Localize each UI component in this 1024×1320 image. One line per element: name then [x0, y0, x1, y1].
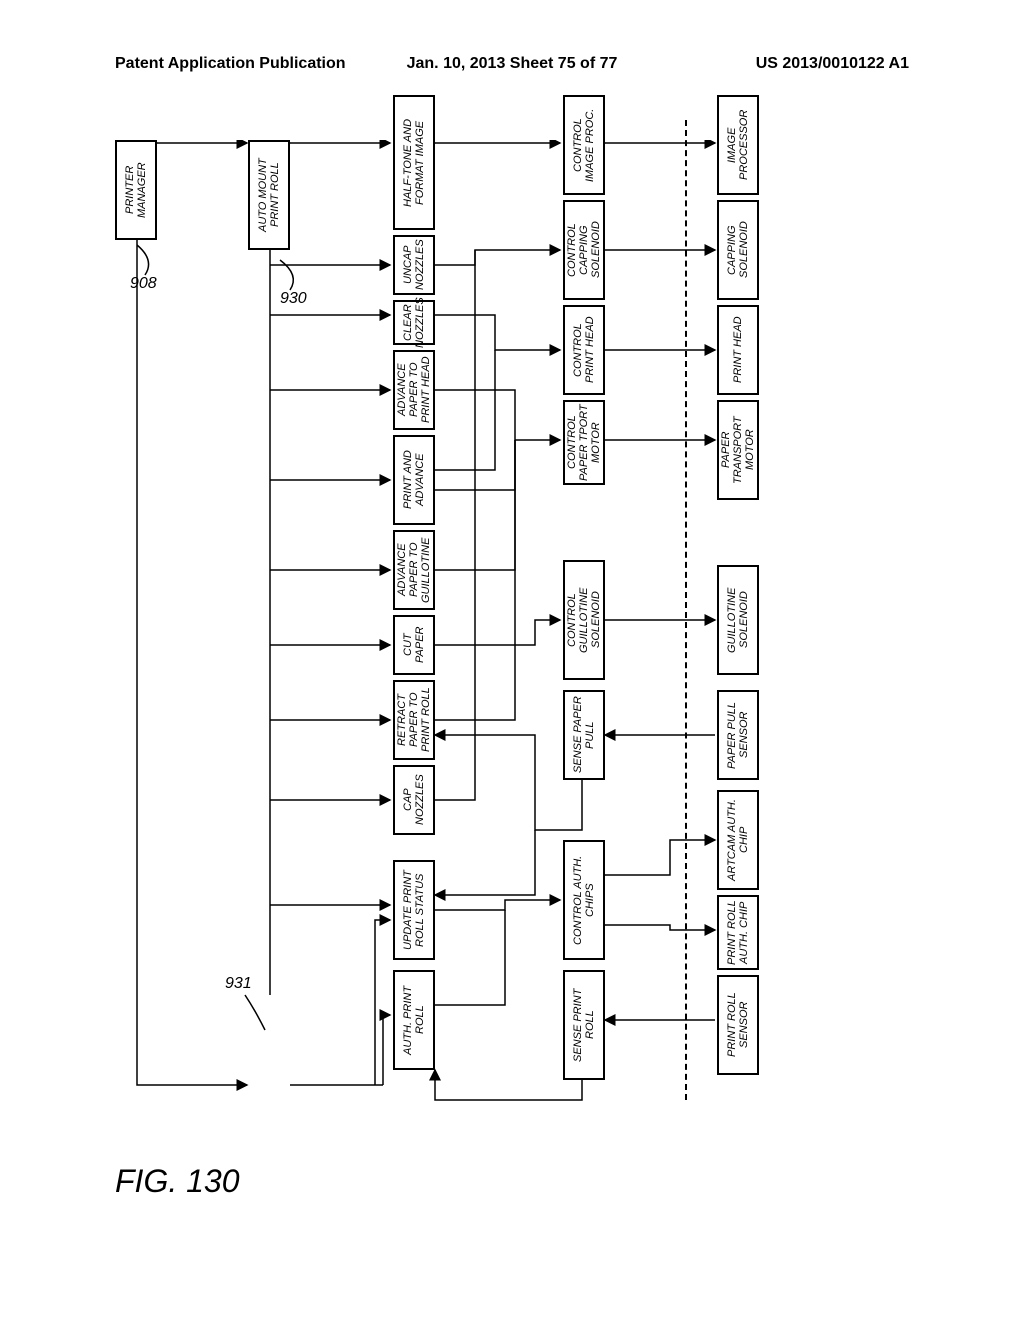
box-advance-head: ADVANCE PAPER TO PRINT HEAD — [393, 350, 435, 430]
box-auto-mount: AUTO MOUNT PRINT ROLL — [248, 140, 290, 250]
box-guillotine-sol: GUILLOTINE SOLENOID — [717, 565, 759, 675]
header-center: Jan. 10, 2013 Sheet 75 of 77 — [407, 55, 618, 73]
box-ctrl-head: CONTROL PRINT HEAD — [563, 305, 605, 395]
box-auth-roll: AUTH. PRINT ROLL — [393, 970, 435, 1070]
box-artcam-chip: ARTCAM AUTH. CHIP — [717, 790, 759, 890]
box-sense-pull: SENSE PAPER PULL — [563, 690, 605, 780]
box-ctrl-capping: CONTROL CAPPING SOLENOID — [563, 200, 605, 300]
ref-930: 930 — [280, 290, 307, 308]
box-cap: CAP NOZZLES — [393, 765, 435, 835]
box-img-proc: IMAGE PROCESSOR — [717, 95, 759, 195]
box-advance-guillotine: ADVANCE PAPER TO GUILLOTINE — [393, 530, 435, 610]
box-sense-roll: SENSE PRINT ROLL — [563, 970, 605, 1080]
box-pull-sensor: PAPER PULL SENSOR — [717, 690, 759, 780]
box-cut-paper: CUT PAPER — [393, 615, 435, 675]
box-uncap: UNCAP NOZZLES — [393, 235, 435, 295]
box-capping-sol: CAPPING SOLENOID — [717, 200, 759, 300]
box-roll-sensor: PRINT ROLL SENSOR — [717, 975, 759, 1075]
box-paper-motor: PAPER TRANSPORT MOTOR — [717, 400, 759, 500]
header-right: US 2013/0010122 A1 — [756, 55, 909, 73]
boundary-line — [685, 120, 687, 1100]
box-clear: CLEAR NOZZLES — [393, 300, 435, 345]
header-left: Patent Application Publication — [115, 55, 346, 73]
box-halftone: HALF-TONE AND FORMAT IMAGE — [393, 95, 435, 230]
box-print-advance: PRINT AND ADVANCE — [393, 435, 435, 525]
box-update-status: UPDATE PRINT ROLL STATUS — [393, 860, 435, 960]
figure-label: FIG. 130 — [115, 1163, 240, 1200]
diagram: PRINTER MANAGER PRINT IMAGE AUTO MOUNT P… — [115, 140, 910, 1160]
box-ctrl-tport: CONTROL PAPER TPORT MOTOR — [563, 400, 605, 485]
ref-908: 908 — [130, 275, 157, 293]
box-retract: RETRACT PAPER TO PRINT ROLL — [393, 680, 435, 760]
box-ctrl-image: CONTROL IMAGE PROC. — [563, 95, 605, 195]
box-print-head: PRINT HEAD — [717, 305, 759, 395]
box-ctrl-guillotine: CONTROL GUILLOTINE SOLENOID — [563, 560, 605, 680]
ref-931: 931 — [225, 975, 252, 993]
box-printer-manager: PRINTER MANAGER — [115, 140, 157, 240]
box-ctrl-auth: CONTROL AUTH. CHIPS — [563, 840, 605, 960]
page-header: Patent Application Publication Jan. 10, … — [0, 55, 1024, 73]
box-roll-chip: PRINT ROLL AUTH. CHIP — [717, 895, 759, 970]
